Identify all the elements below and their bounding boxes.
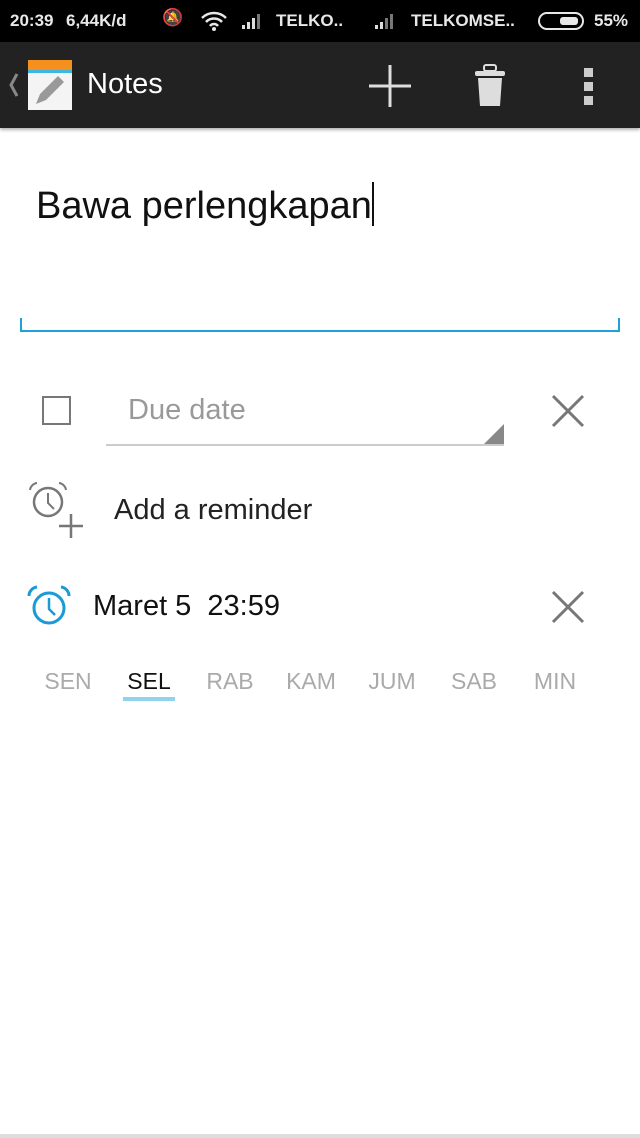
clear-due-date-icon[interactable]: [551, 394, 585, 428]
signal-icon: [242, 14, 260, 29]
day-rab[interactable]: RAB: [206, 668, 253, 695]
note-text-input[interactable]: Bawa perlengkapan: [36, 182, 374, 228]
due-date-dropdown[interactable]: Due date: [106, 380, 504, 446]
battery-percent: 55%: [594, 11, 629, 30]
add-alarm-icon: [29, 482, 83, 538]
selected-day-indicator: [123, 697, 175, 701]
signal-icon-2: [375, 14, 393, 29]
note-text: Bawa perlengkapan: [36, 185, 372, 227]
carrier-2: TELKOMSE..: [411, 11, 515, 30]
trash-icon[interactable]: [474, 64, 506, 108]
note-input-underline: [20, 318, 620, 332]
reminder-item[interactable]: Maret 5 23:59: [26, 584, 346, 630]
text-cursor: [371, 182, 374, 226]
notes-app-icon[interactable]: [26, 58, 74, 112]
wifi-icon: [201, 11, 227, 31]
reminder-datetime: Maret 5 23:59: [93, 590, 280, 622]
battery-icon: [538, 12, 584, 30]
app-bar: Notes: [0, 42, 640, 128]
clock: 20:39: [10, 11, 54, 30]
day-min[interactable]: MIN: [534, 668, 576, 695]
due-date-placeholder: Due date: [128, 394, 246, 426]
due-date-checkbox[interactable]: [42, 396, 71, 425]
mute-icon: 🔕: [162, 8, 184, 27]
add-reminder-label: Add a reminder: [114, 494, 313, 526]
day-sel[interactable]: SEL: [127, 668, 170, 695]
app-title: Notes: [87, 68, 163, 100]
day-sen[interactable]: SEN: [44, 668, 91, 695]
status-bar: 20:39 6,44K/d 🔕 TELKO.. TELKOMSE.. 55%: [0, 0, 640, 42]
add-icon[interactable]: [368, 64, 412, 108]
bottom-edge: [0, 1134, 640, 1138]
clear-reminder-icon[interactable]: [551, 590, 585, 624]
day-sab[interactable]: SAB: [451, 668, 497, 695]
add-reminder-button[interactable]: Add a reminder: [24, 480, 344, 542]
dropdown-triangle-icon: [484, 424, 504, 444]
alarm-icon: [27, 585, 71, 625]
day-jum[interactable]: JUM: [368, 668, 415, 695]
day-kam[interactable]: KAM: [286, 668, 336, 695]
network-speed: 6,44K/d: [66, 11, 127, 30]
back-chevron-icon[interactable]: [6, 72, 20, 98]
carrier-1: TELKO..: [276, 11, 344, 30]
overflow-menu-icon[interactable]: [582, 66, 596, 106]
